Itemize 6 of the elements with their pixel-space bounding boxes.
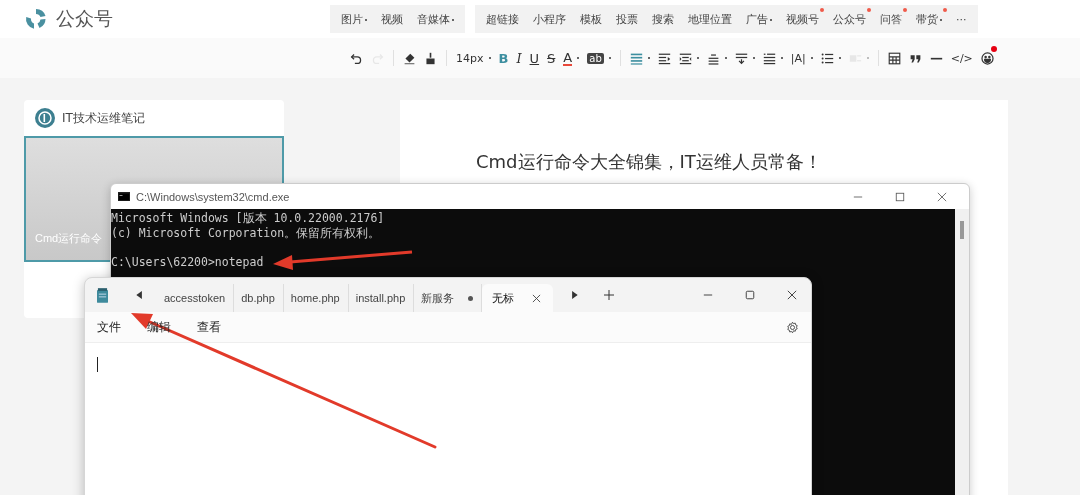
window-title: C:\Windows\system32\cmd.exe [136, 190, 290, 203]
console-line: C:\Users\62200>notepad [111, 255, 264, 270]
app-title: 公众号 [56, 6, 113, 31]
account-name: IT技术运维笔记 [62, 109, 145, 127]
console-line: (c) Microsoft Corporation。保留所有权利。 [111, 226, 381, 241]
console-line: Microsoft Windows [版本 10.0.22000.2176] [111, 211, 385, 226]
